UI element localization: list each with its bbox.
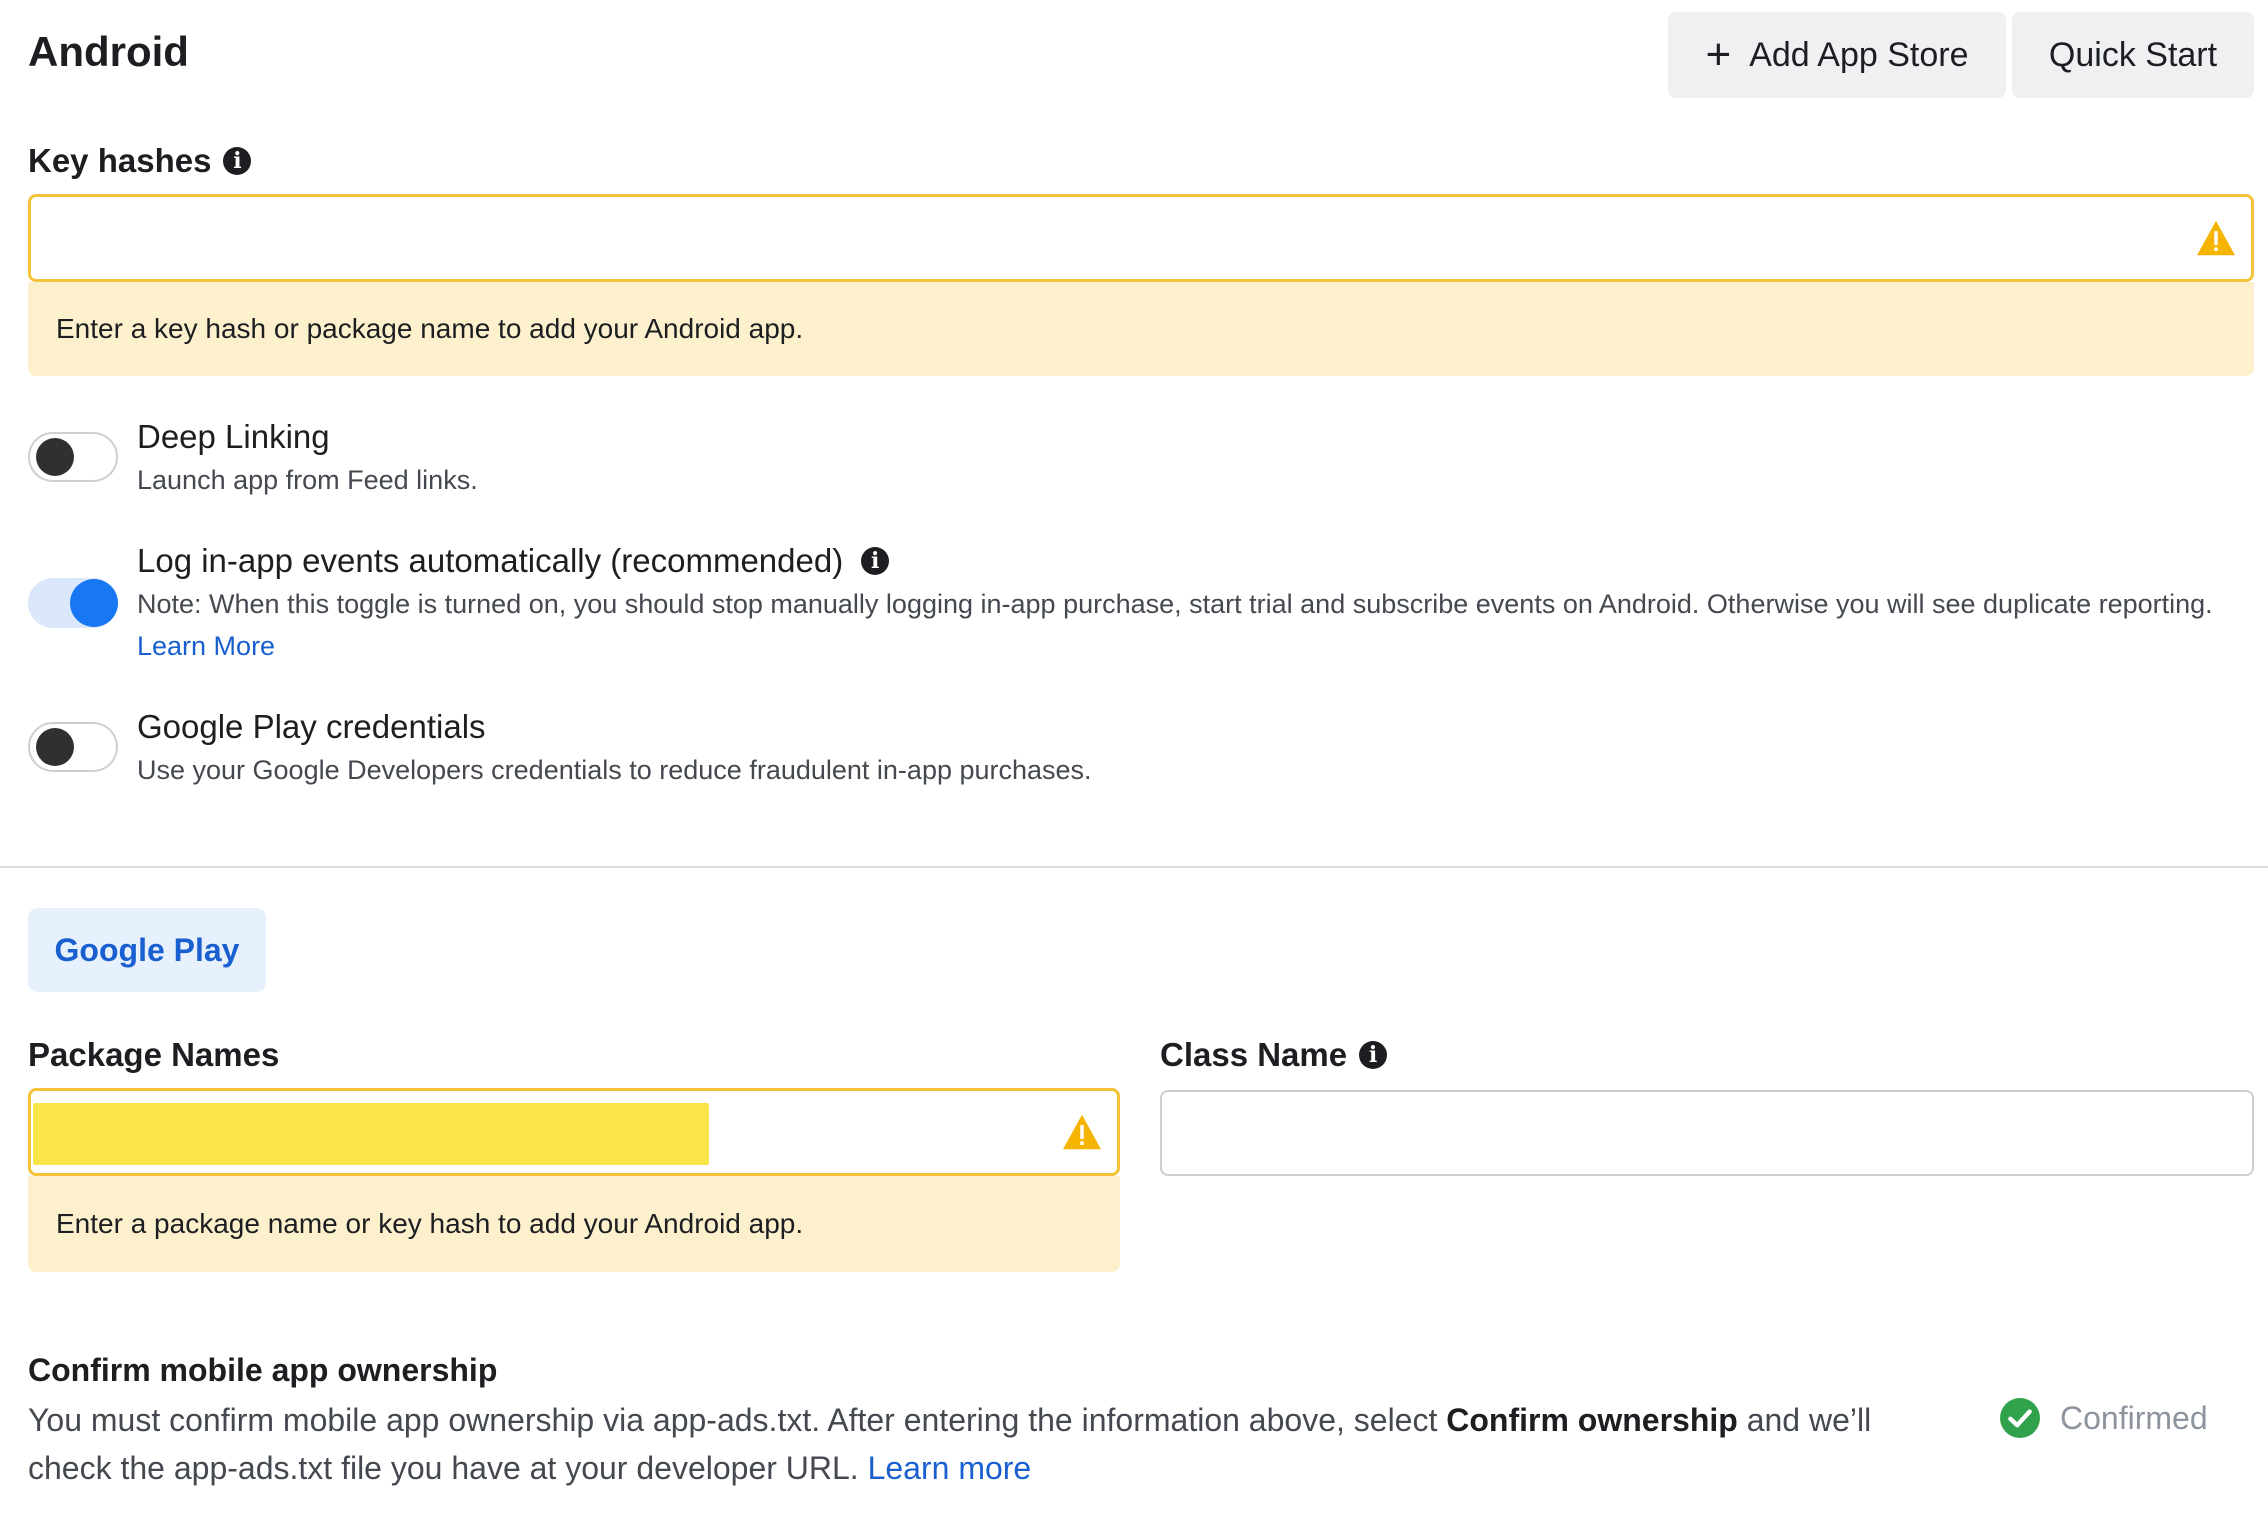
ownership-text-bold: Confirm ownership	[1446, 1402, 1738, 1438]
info-icon[interactable]: i	[223, 147, 252, 175]
toggle-knob	[36, 728, 74, 766]
ownership-description: You must confirm mobile app ownership vi…	[28, 1396, 1928, 1492]
deep-linking-description: Launch app from Feed links.	[137, 465, 478, 495]
add-app-store-label: Add App Store	[1749, 35, 1969, 74]
plus-icon: +	[1705, 30, 1732, 79]
log-events-description: Note: When this toggle is turned on, you…	[137, 583, 2247, 667]
class-name-label-text: Class Name	[1160, 1036, 1348, 1073]
deep-linking-toggle[interactable]	[28, 432, 118, 482]
redaction-highlight	[33, 1103, 709, 1165]
log-events-toggle[interactable]	[28, 578, 118, 628]
warning-icon	[2197, 220, 2235, 256]
key-hashes-input[interactable]	[28, 194, 2254, 282]
add-app-store-button[interactable]: + Add App Store	[1668, 12, 2006, 98]
section-divider	[0, 866, 2268, 868]
key-hashes-label-text: Key hashes	[28, 142, 212, 179]
info-icon[interactable]: i	[861, 547, 890, 575]
google-play-credentials-title: Google Play credentials	[137, 708, 486, 745]
confirmed-status-text: Confirmed	[2060, 1399, 2208, 1436]
key-hashes-warning: Enter a key hash or package name to add …	[28, 282, 2254, 376]
deep-linking-title: Deep Linking	[137, 418, 330, 455]
ownership-title: Confirm mobile app ownership	[28, 1352, 498, 1388]
google-play-credentials-description: Use your Google Developers credentials t…	[137, 755, 1092, 785]
info-icon[interactable]: i	[1359, 1041, 1388, 1069]
google-play-credentials-toggle[interactable]	[28, 722, 118, 772]
package-names-input[interactable]	[28, 1088, 1120, 1176]
check-circle-icon	[2000, 1398, 2040, 1438]
package-names-label: Package Names	[28, 1036, 280, 1073]
log-events-description-text: Note: When this toggle is turned on, you…	[137, 589, 2213, 619]
key-hashes-label: Key hashes i	[28, 142, 252, 180]
warning-icon	[1063, 1114, 1101, 1150]
log-events-title-row: Log in-app events automatically (recomme…	[137, 542, 890, 580]
ownership-text-part1: You must confirm mobile app ownership vi…	[28, 1402, 1447, 1438]
toggle-knob	[70, 579, 118, 627]
tab-google-play[interactable]: Google Play	[28, 908, 266, 992]
confirmed-status: Confirmed	[2000, 1398, 2208, 1438]
log-events-title: Log in-app events automatically (recomme…	[137, 542, 844, 579]
page-title: Android	[28, 28, 189, 75]
package-names-warning: Enter a package name or key hash to add …	[28, 1176, 1120, 1272]
class-name-input[interactable]	[1160, 1090, 2254, 1176]
package-names-warning-text: Enter a package name or key hash to add …	[56, 1208, 804, 1239]
class-name-label: Class Name i	[1160, 1036, 1388, 1074]
key-hashes-warning-text: Enter a key hash or package name to add …	[56, 313, 804, 344]
learn-more-link[interactable]: Learn More	[137, 631, 275, 661]
toggle-knob	[36, 438, 74, 476]
quick-start-button[interactable]: Quick Start	[2012, 12, 2254, 98]
ownership-learn-more-link[interactable]: Learn more	[868, 1450, 1032, 1486]
